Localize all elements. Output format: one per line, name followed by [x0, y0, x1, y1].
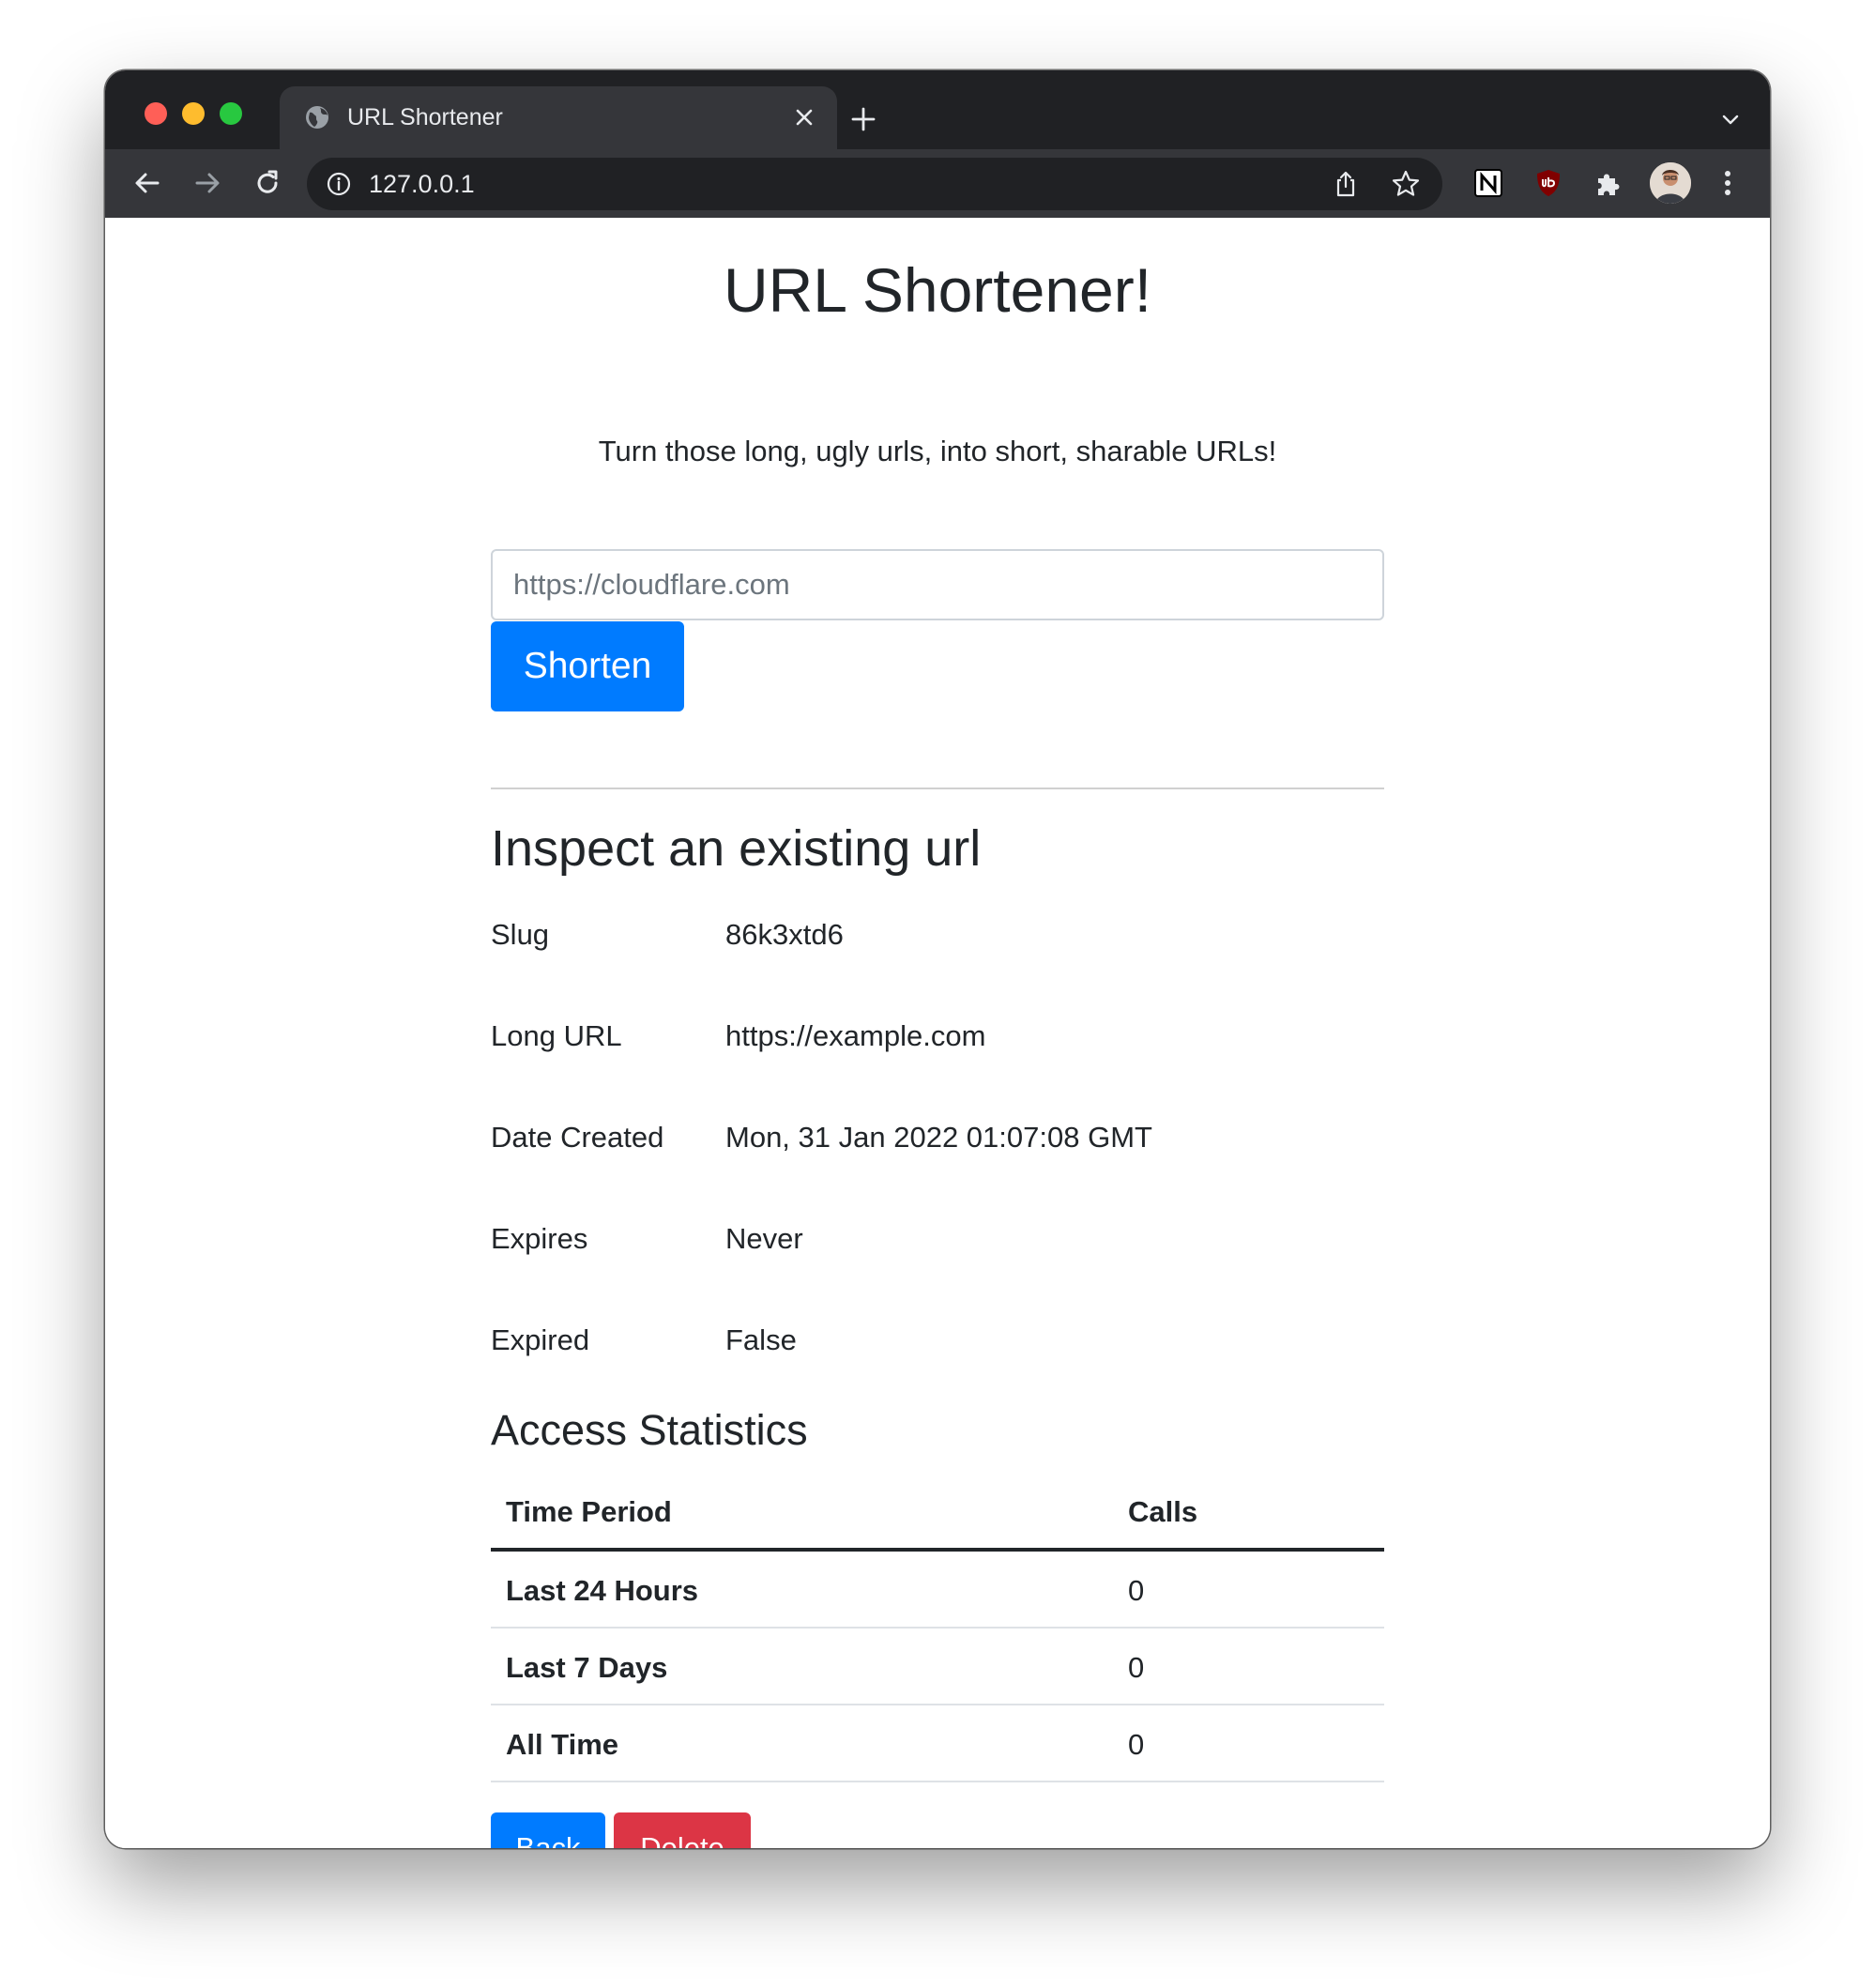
date-created-label: Date Created — [491, 1121, 664, 1154]
profile-avatar[interactable] — [1650, 162, 1691, 204]
browser-window: URL Shortener 127.0.0.1 URL Shortener! T… — [105, 70, 1770, 1848]
url-input[interactable] — [491, 549, 1384, 620]
share-icon[interactable] — [1329, 167, 1363, 201]
globe-icon — [306, 106, 328, 129]
browser-toolbar: 127.0.0.1 — [105, 149, 1770, 218]
page-lead: Turn those long, ugly urls, into short, … — [598, 435, 1277, 467]
bookmark-star-icon[interactable] — [1389, 167, 1423, 201]
ublock-shield-icon[interactable] — [1528, 162, 1569, 204]
close-window-button[interactable] — [145, 102, 167, 125]
expired-value: False — [725, 1323, 797, 1356]
shorten-button[interactable]: Shorten — [491, 621, 684, 711]
chevron-down-icon[interactable] — [1715, 104, 1745, 134]
long-url-label: Long URL — [491, 1019, 622, 1052]
minimize-window-button[interactable] — [182, 102, 205, 125]
access-statistics-heading: Access Statistics — [491, 1406, 808, 1454]
row-calls: 0 — [1128, 1574, 1145, 1607]
maximize-window-button[interactable] — [220, 102, 242, 125]
row-calls: 0 — [1128, 1728, 1145, 1761]
date-created-value: Mon, 31 Jan 2022 01:07:08 GMT — [725, 1121, 1152, 1154]
row-period: Last 7 Days — [506, 1651, 668, 1684]
row-divider — [491, 1627, 1384, 1629]
divider — [491, 788, 1384, 789]
back-button[interactable]: Back — [491, 1812, 605, 1848]
close-tab-icon[interactable] — [788, 101, 820, 133]
row-divider — [491, 1704, 1384, 1705]
new-tab-plus-icon[interactable] — [845, 100, 882, 138]
tab-strip: URL Shortener — [105, 70, 1770, 149]
row-calls: 0 — [1128, 1651, 1145, 1684]
info-icon[interactable] — [326, 171, 352, 197]
slug-value: 86k3xtd6 — [725, 918, 844, 951]
row-period: All Time — [506, 1728, 619, 1761]
inspect-heading: Inspect an existing url — [491, 820, 982, 877]
forward-arrow-icon[interactable] — [186, 161, 229, 205]
row-period: Last 24 Hours — [506, 1574, 699, 1607]
expires-value: Never — [725, 1222, 803, 1255]
expired-label: Expired — [491, 1323, 590, 1356]
tab-url-shortener[interactable]: URL Shortener — [280, 86, 837, 149]
reload-icon[interactable] — [246, 161, 289, 205]
address-bar[interactable]: 127.0.0.1 — [307, 158, 1442, 210]
long-url-value: https://example.com — [725, 1019, 986, 1052]
slug-label: Slug — [491, 918, 550, 951]
page-title: URL Shortener! — [723, 255, 1152, 325]
expires-label: Expires — [491, 1222, 588, 1255]
menu-kebab-icon[interactable] — [1706, 161, 1749, 205]
table-header-border — [491, 1548, 1384, 1552]
notion-extension-icon[interactable] — [1468, 162, 1509, 204]
back-arrow-icon[interactable] — [126, 161, 169, 205]
extensions-puzzle-icon[interactable] — [1588, 162, 1629, 204]
address-url: 127.0.0.1 — [369, 170, 475, 198]
column-header-time-period: Time Period — [506, 1495, 672, 1528]
delete-button[interactable]: Delete — [614, 1812, 751, 1848]
tab-title: URL Shortener — [347, 104, 503, 130]
row-divider — [491, 1781, 1384, 1782]
column-header-calls: Calls — [1128, 1495, 1198, 1528]
page-content: URL Shortener! Turn those long, ugly url… — [105, 218, 1770, 1848]
